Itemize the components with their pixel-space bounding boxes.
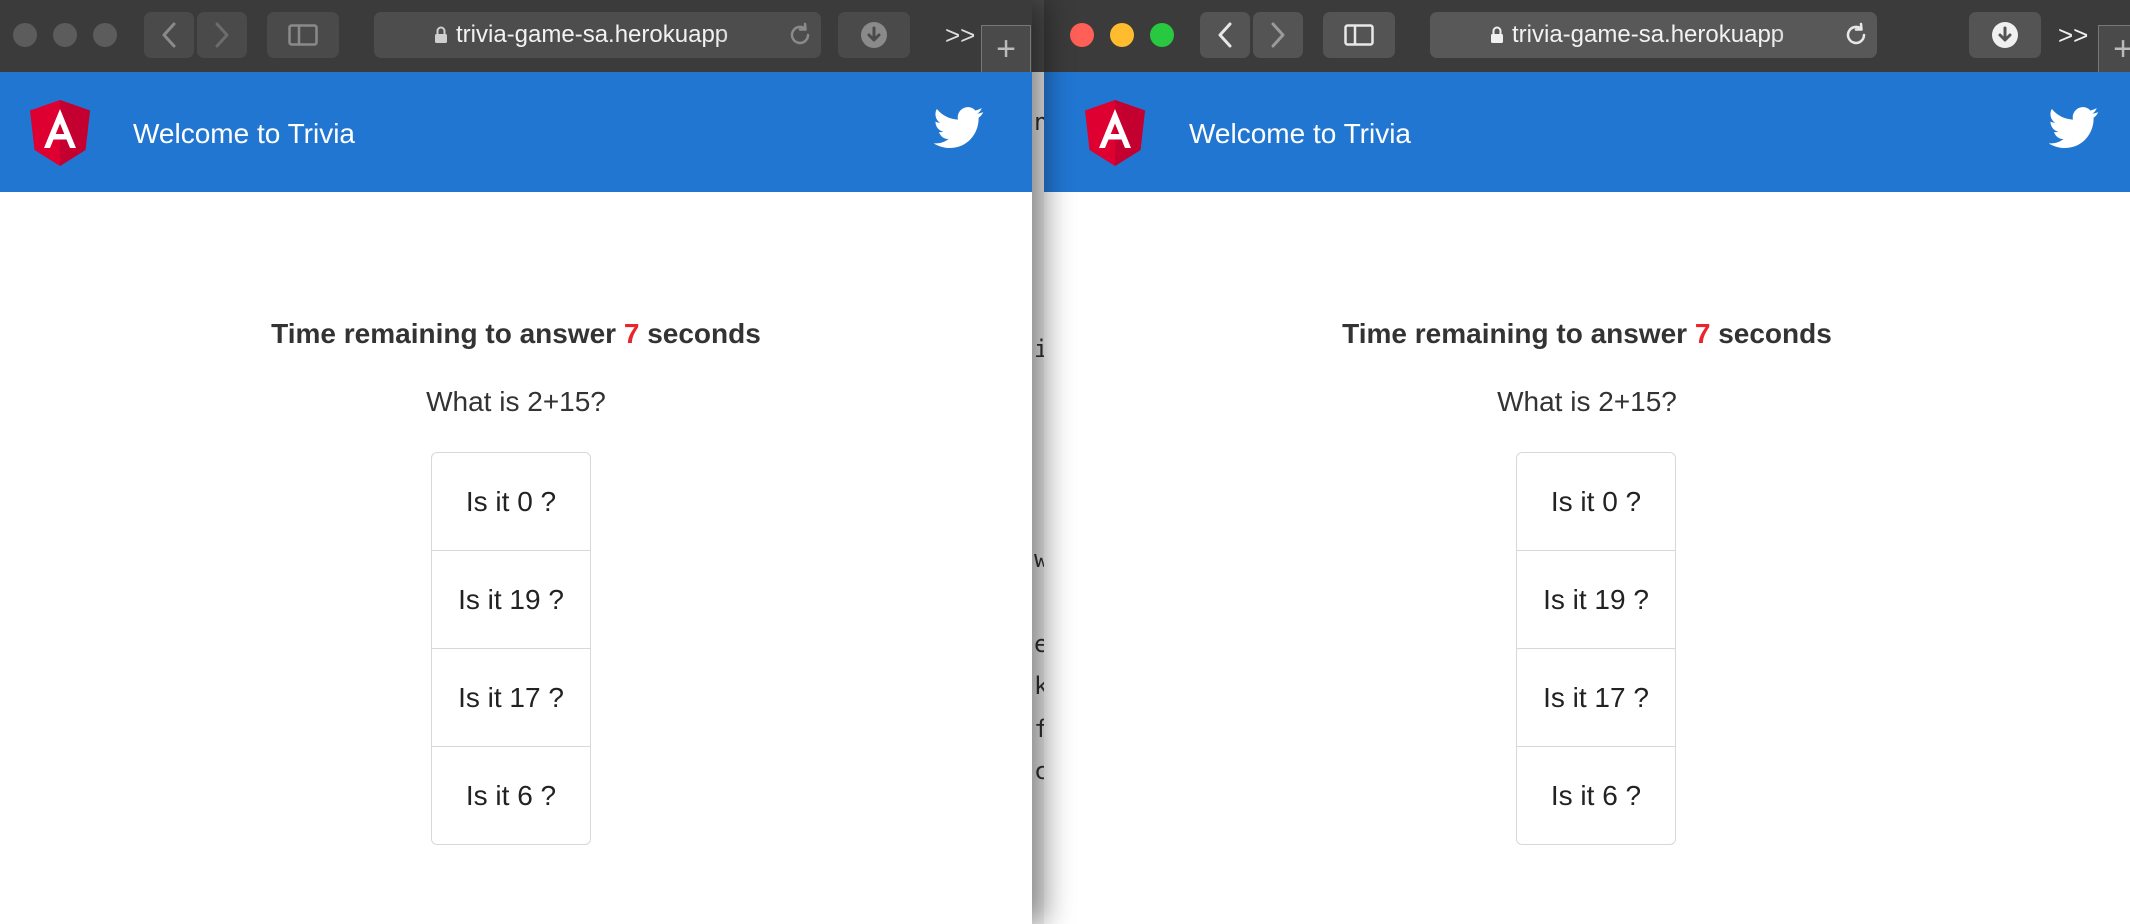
chevron-left-icon [1218, 22, 1232, 48]
reload-icon[interactable] [787, 22, 813, 55]
answer-option[interactable]: Is it 0 ? [1517, 453, 1675, 551]
twitter-icon[interactable] [2049, 107, 2099, 149]
zoom-window-button[interactable] [1150, 23, 1174, 47]
timer-prefix: Time remaining to answer [271, 318, 617, 349]
background-terminal [1032, 72, 1044, 924]
app-header: Welcome to Trivia [1044, 72, 2130, 192]
app-title: Welcome to Trivia [133, 118, 355, 149]
address-url: trivia-game-sa.herokuapp [1512, 21, 1785, 48]
minimize-window-button[interactable] [53, 23, 77, 47]
new-tab-button[interactable]: + [981, 25, 1031, 75]
download-icon [861, 22, 887, 48]
address-bar[interactable]: trivia-game-sa.herokuapp [374, 12, 821, 58]
twitter-icon[interactable] [934, 107, 984, 149]
answer-option[interactable]: Is it 19 ? [1517, 551, 1675, 649]
answer-list: Is it 0 ? Is it 19 ? Is it 17 ? Is it 6 … [1516, 452, 1676, 845]
question-text: What is 2+15? [1497, 386, 1677, 417]
back-button[interactable] [1200, 12, 1250, 58]
trivia-content: Time remaining to answer 7 seconds What … [1044, 192, 2130, 924]
timer-text: Time remaining to answer 7 seconds [0, 318, 1032, 350]
answer-list: Is it 0 ? Is it 19 ? Is it 17 ? Is it 6 … [431, 452, 591, 845]
browser-window-right: trivia-game-sa.herokuapp >> + Welcome to… [1044, 0, 2130, 924]
sidebar-icon [288, 24, 318, 46]
chevron-right-icon [1271, 22, 1285, 48]
app-header: Welcome to Trivia [0, 72, 1032, 192]
chevron-right-icon [215, 22, 229, 48]
close-window-button[interactable] [13, 23, 37, 47]
browser-window-left: trivia-game-sa.herokuapp >> + Welcome to… [0, 0, 1032, 924]
timer-text: Time remaining to answer 7 seconds [1044, 318, 2130, 350]
angular-logo-icon[interactable] [30, 100, 90, 166]
back-button[interactable] [144, 12, 194, 58]
minimize-window-button[interactable] [1110, 23, 1134, 47]
angular-logo-icon[interactable] [1085, 100, 1145, 166]
more-tabs-chevron[interactable]: >> [945, 20, 975, 51]
downloads-button[interactable] [1969, 12, 2041, 58]
lock-icon [434, 26, 448, 44]
sidebar-toggle-button[interactable] [1323, 12, 1395, 58]
sidebar-icon [1344, 24, 1374, 46]
answer-option[interactable]: Is it 0 ? [432, 453, 590, 551]
browser-toolbar: trivia-game-sa.herokuapp >> + [1044, 0, 2130, 75]
reload-icon[interactable] [1843, 22, 1869, 55]
downloads-button[interactable] [838, 12, 910, 58]
timer-seconds: 7 [1694, 318, 1711, 349]
more-tabs-chevron[interactable]: >> [2058, 20, 2088, 51]
answer-option[interactable]: Is it 19 ? [432, 551, 590, 649]
trivia-content: Time remaining to answer 7 seconds What … [0, 192, 1032, 924]
address-url: trivia-game-sa.herokuapp [456, 21, 729, 48]
question-text: What is 2+15? [426, 386, 606, 417]
app-title: Welcome to Trivia [1189, 118, 1411, 149]
browser-toolbar: trivia-game-sa.herokuapp >> + [0, 0, 1032, 75]
sidebar-toggle-button[interactable] [267, 12, 339, 58]
answer-option[interactable]: Is it 6 ? [432, 747, 590, 844]
zoom-window-button[interactable] [93, 23, 117, 47]
download-icon [1992, 22, 2018, 48]
new-tab-button[interactable]: + [2098, 25, 2130, 75]
lock-icon [1490, 26, 1504, 44]
timer-prefix: Time remaining to answer [1342, 318, 1688, 349]
forward-button[interactable] [197, 12, 247, 58]
timer-suffix: seconds [647, 318, 761, 349]
answer-option[interactable]: Is it 17 ? [432, 649, 590, 747]
timer-suffix: seconds [1718, 318, 1832, 349]
address-bar[interactable]: trivia-game-sa.herokuapp [1430, 12, 1877, 58]
forward-button[interactable] [1253, 12, 1303, 58]
chevron-left-icon [162, 22, 176, 48]
timer-seconds: 7 [623, 318, 640, 349]
answer-option[interactable]: Is it 6 ? [1517, 747, 1675, 844]
answer-option[interactable]: Is it 17 ? [1517, 649, 1675, 747]
close-window-button[interactable] [1070, 23, 1094, 47]
